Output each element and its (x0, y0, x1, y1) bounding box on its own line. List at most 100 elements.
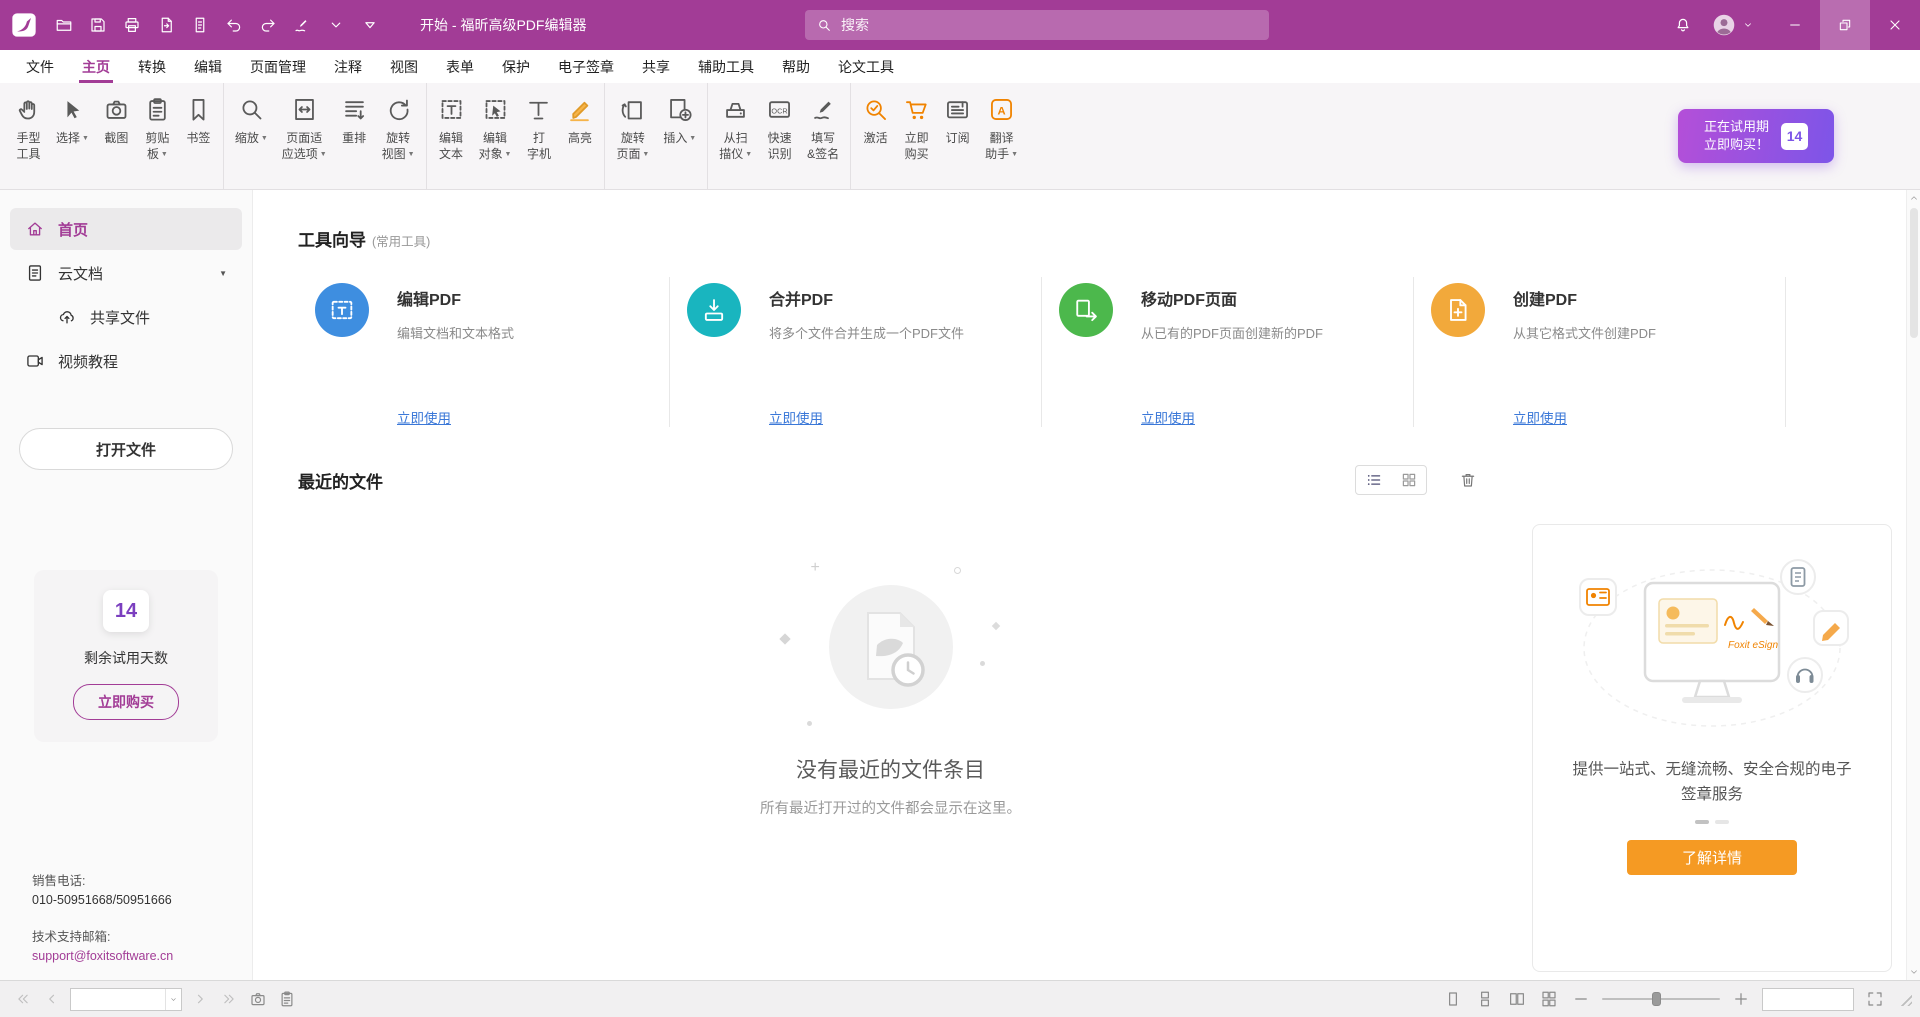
vertical-scrollbar[interactable] (1906, 190, 1920, 980)
use-now-link[interactable]: 立即使用 (769, 407, 823, 427)
scroll-down-icon[interactable] (1909, 967, 1919, 977)
facing-view-button[interactable] (1506, 988, 1528, 1010)
tool-fit-options[interactable]: 页面适 应选项 (275, 83, 334, 189)
tool-snapshot[interactable]: 截图 (96, 83, 137, 189)
search-input[interactable] (841, 17, 1258, 33)
use-now-link[interactable]: 立即使用 (1141, 407, 1195, 427)
clipboard-viewer-button[interactable] (276, 988, 298, 1010)
notifications-button[interactable] (1667, 9, 1699, 41)
quick-tool-button[interactable] (116, 9, 148, 41)
tool-select[interactable]: 选择 (49, 83, 96, 189)
zoom-in-button[interactable] (1730, 988, 1752, 1010)
tool-edit-object[interactable]: 编辑 对象 (472, 83, 519, 189)
empty-state-title: 没有最近的文件条目 (796, 754, 985, 784)
support-email-link[interactable]: support@foxitsoftware.cn (32, 947, 173, 966)
zoom-value-input[interactable] (1763, 989, 1853, 1010)
trial-purchase-badge[interactable]: 正在试用期 立即购买！ 14 (1678, 109, 1834, 163)
carousel-dot-active[interactable] (1695, 820, 1709, 824)
menu-tab-organize[interactable]: 页面管理 (236, 50, 320, 83)
menu-tab-edit[interactable]: 编辑 (180, 50, 236, 83)
quick-tool-button[interactable] (218, 9, 250, 41)
use-now-link[interactable]: 立即使用 (1513, 407, 1567, 427)
carousel-dots[interactable] (1695, 820, 1729, 824)
quick-tool-button[interactable] (320, 9, 352, 41)
quick-tool-button[interactable] (150, 9, 182, 41)
tool-clipboard[interactable]: 剪贴 板 (137, 83, 178, 189)
tool-zoom[interactable]: 缩放 (228, 83, 275, 189)
menu-tab-convert[interactable]: 转换 (124, 50, 180, 83)
tool-hand[interactable]: 手型 工具 (8, 83, 49, 189)
clear-recent-button[interactable] (1453, 466, 1483, 494)
sidebar-item-home[interactable]: 首页 (10, 208, 242, 250)
tool-reflow[interactable]: 重排 (334, 83, 375, 189)
quick-tool-button[interactable] (48, 9, 80, 41)
scrollbar-thumb[interactable] (1910, 208, 1918, 338)
tool-ocr[interactable]: OCR 快速 识别 (759, 83, 800, 189)
snapshot-button[interactable] (247, 988, 269, 1010)
zoom-out-button[interactable] (1570, 988, 1592, 1010)
quick-tool-button[interactable] (252, 9, 284, 41)
tool-subscribe[interactable]: 订阅 (937, 83, 978, 189)
minimize-button[interactable] (1770, 0, 1820, 50)
menu-tab-esign[interactable]: 电子签章 (544, 50, 628, 83)
tool-buy[interactable]: 立即 购买 (896, 83, 937, 189)
next-page-button[interactable] (189, 988, 211, 1010)
restore-button[interactable] (1820, 0, 1870, 50)
first-page-button[interactable] (12, 988, 34, 1010)
grid-view-button[interactable] (1391, 466, 1426, 494)
scroll-up-icon[interactable] (1909, 193, 1919, 203)
menu-tab-accessibility[interactable]: 辅助工具 (684, 50, 768, 83)
search-box[interactable] (805, 10, 1269, 40)
page-dropdown-caret[interactable] (165, 989, 181, 1010)
fit-screen-button[interactable] (1864, 988, 1886, 1010)
open-file-button[interactable]: 打开文件 (19, 428, 233, 470)
statusbar (0, 980, 1920, 1017)
buy-now-button[interactable]: 立即购买 (73, 684, 179, 720)
prev-page-button[interactable] (41, 988, 63, 1010)
account-caret-icon[interactable] (1742, 19, 1754, 31)
carousel-dot[interactable] (1715, 820, 1729, 824)
menu-tab-share[interactable]: 共享 (628, 50, 684, 83)
insert-icon (666, 96, 693, 123)
tool-translate[interactable]: A 翻译 助手 (978, 83, 1025, 189)
single-page-view-button[interactable] (1442, 988, 1464, 1010)
quick-tool-button[interactable] (286, 9, 318, 41)
menu-tab-paper-tools[interactable]: 论文工具 (824, 50, 908, 83)
learn-more-button[interactable]: 了解详情 (1627, 840, 1797, 875)
use-now-link[interactable]: 立即使用 (397, 407, 451, 427)
tool-edit-text[interactable]: 编辑 文本 (431, 83, 472, 189)
menu-tab-file[interactable]: 文件 (12, 50, 68, 83)
sidebar-item-video-tutorials[interactable]: 视频教程 (10, 340, 242, 382)
menu-tab-view[interactable]: 视图 (376, 50, 432, 83)
facing-continuous-view-button[interactable] (1538, 988, 1560, 1010)
tool-rotate-view[interactable]: 旋转 视图 (375, 83, 427, 189)
page-number-input[interactable] (71, 992, 165, 1006)
tool-bookmark[interactable]: 书签 (178, 83, 224, 189)
list-view-button[interactable] (1356, 466, 1391, 494)
menu-tab-protect[interactable]: 保护 (488, 50, 544, 83)
last-page-button[interactable] (218, 988, 240, 1010)
zoom-slider[interactable] (1602, 991, 1720, 1007)
tool-highlight[interactable]: 高亮 (559, 83, 605, 189)
zoom-slider-thumb[interactable] (1652, 992, 1661, 1006)
tool-insert[interactable]: 插入 (656, 83, 708, 189)
tool-rotate-pages[interactable]: 旋转 页面 (609, 83, 656, 189)
trial-badge-line1: 正在试用期 (1704, 118, 1769, 136)
avatar[interactable] (1711, 12, 1737, 38)
quick-tool-button[interactable] (184, 9, 216, 41)
menu-tab-comment[interactable]: 注释 (320, 50, 376, 83)
tool-scanner[interactable]: 从扫 描仪 (712, 83, 759, 189)
tool-activate[interactable]: 激活 (855, 83, 896, 189)
sidebar-item-shared-files[interactable]: 共享文件 (10, 296, 242, 338)
resize-grip[interactable] (1898, 992, 1912, 1006)
tool-fill-sign[interactable]: 填写 &签名 (800, 83, 851, 189)
quick-tool-button[interactable] (82, 9, 114, 41)
menu-tab-form[interactable]: 表单 (432, 50, 488, 83)
menu-tab-help[interactable]: 帮助 (768, 50, 824, 83)
quick-tool-button[interactable] (354, 9, 386, 41)
close-button[interactable] (1870, 0, 1920, 50)
continuous-view-button[interactable] (1474, 988, 1496, 1010)
tool-typewriter[interactable]: 打 字机 (518, 83, 559, 189)
menu-tab-home[interactable]: 主页 (68, 50, 124, 83)
sidebar-item-cloud-docs[interactable]: 云文档 (10, 252, 242, 294)
